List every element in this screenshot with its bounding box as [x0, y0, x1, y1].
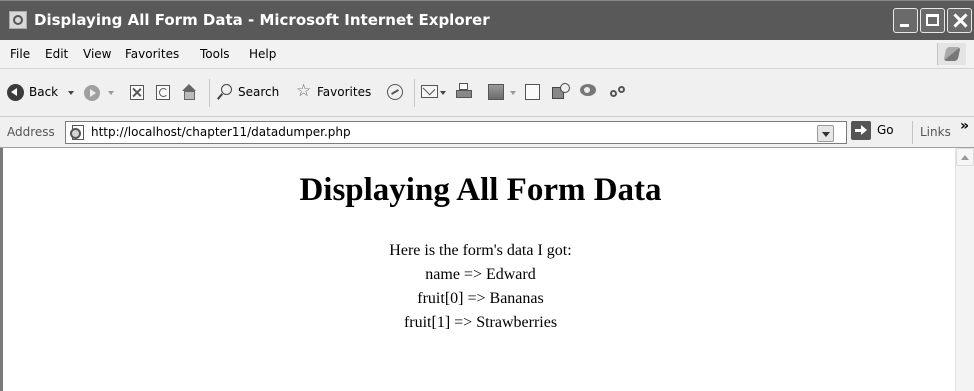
go-button[interactable]: Go [851, 120, 909, 143]
internet-explorer-icon[interactable] [9, 11, 27, 29]
forward-arrow-icon[interactable] [84, 85, 100, 101]
minimize-button[interactable] [893, 8, 918, 33]
toolbar-separator [414, 79, 415, 107]
edit-dropdown-icon[interactable] [510, 91, 516, 95]
maximize-button[interactable] [920, 8, 945, 33]
address-input[interactable]: http://localhost/chapter11/datadumper.ph… [65, 121, 847, 144]
address-url[interactable]: http://localhost/chapter11/datadumper.ph… [91, 125, 351, 139]
close-button[interactable] [947, 8, 972, 33]
favorites-star-icon[interactable]: ☆ [296, 81, 311, 101]
vertical-scrollbar[interactable] [955, 148, 974, 391]
tools-icon[interactable] [609, 84, 627, 102]
search-button-label[interactable]: Search [238, 85, 279, 99]
browser-window: Displaying All Form Data - Microsoft Int… [0, 0, 974, 391]
media-icon[interactable] [387, 84, 403, 100]
forward-dropdown-icon[interactable] [108, 91, 114, 95]
edit-icon[interactable] [488, 84, 504, 100]
toolbar-separator [209, 79, 210, 107]
intro-text: Here is the form's data I got: [389, 242, 572, 259]
favorites-button-label[interactable]: Favorites [317, 85, 371, 99]
address-label: Address [7, 125, 55, 139]
scroll-up-arrow-icon[interactable] [956, 148, 974, 166]
address-dropdown-icon[interactable] [817, 125, 834, 142]
discuss-icon[interactable] [525, 84, 540, 100]
form-data-line: fruit[1] => Strawberries [403, 314, 558, 331]
standard-toolbar: Back Search ☆ Favorites [0, 69, 974, 117]
messenger-icon[interactable] [580, 84, 598, 100]
menu-edit[interactable]: Edit [45, 47, 68, 61]
mail-icon[interactable] [421, 85, 438, 98]
home-icon[interactable] [181, 84, 198, 101]
go-arrow-icon[interactable] [851, 121, 871, 140]
menu-favorites[interactable]: Favorites [125, 47, 179, 61]
stop-icon[interactable] [130, 85, 144, 100]
page-heading: Displaying All Form Data [299, 172, 662, 208]
window-title: Displaying All Form Data - Microsoft Int… [34, 11, 490, 29]
menu-view[interactable]: View [83, 47, 111, 61]
toolbar-separator [912, 121, 913, 144]
go-button-label[interactable]: Go [877, 123, 894, 137]
links-label[interactable]: Links [920, 125, 951, 139]
print-icon[interactable] [455, 83, 473, 101]
mail-dropdown-icon[interactable] [440, 91, 446, 95]
search-icon[interactable] [216, 83, 234, 101]
page-icon [70, 125, 86, 140]
refresh-icon[interactable] [156, 85, 170, 100]
links-chevron-icon[interactable]: » [960, 118, 969, 134]
research-icon[interactable] [552, 83, 570, 101]
menu-bar: File Edit View Favorites Tools Help [0, 40, 974, 69]
menu-tools[interactable]: Tools [200, 47, 230, 61]
title-bar: Displaying All Form Data - Microsoft Int… [0, 0, 974, 40]
menu-file[interactable]: File [10, 47, 30, 61]
page-content: Displaying All Form Data Here is the for… [0, 148, 974, 391]
back-dropdown-icon[interactable] [68, 91, 74, 95]
form-data-line: fruit[0] => Bananas [417, 290, 544, 307]
windows-logo-icon [937, 43, 966, 65]
back-arrow-icon[interactable] [7, 84, 24, 101]
menu-help[interactable]: Help [249, 47, 276, 61]
form-data-line: name => Edward [425, 266, 536, 283]
back-button-label[interactable]: Back [29, 85, 58, 99]
